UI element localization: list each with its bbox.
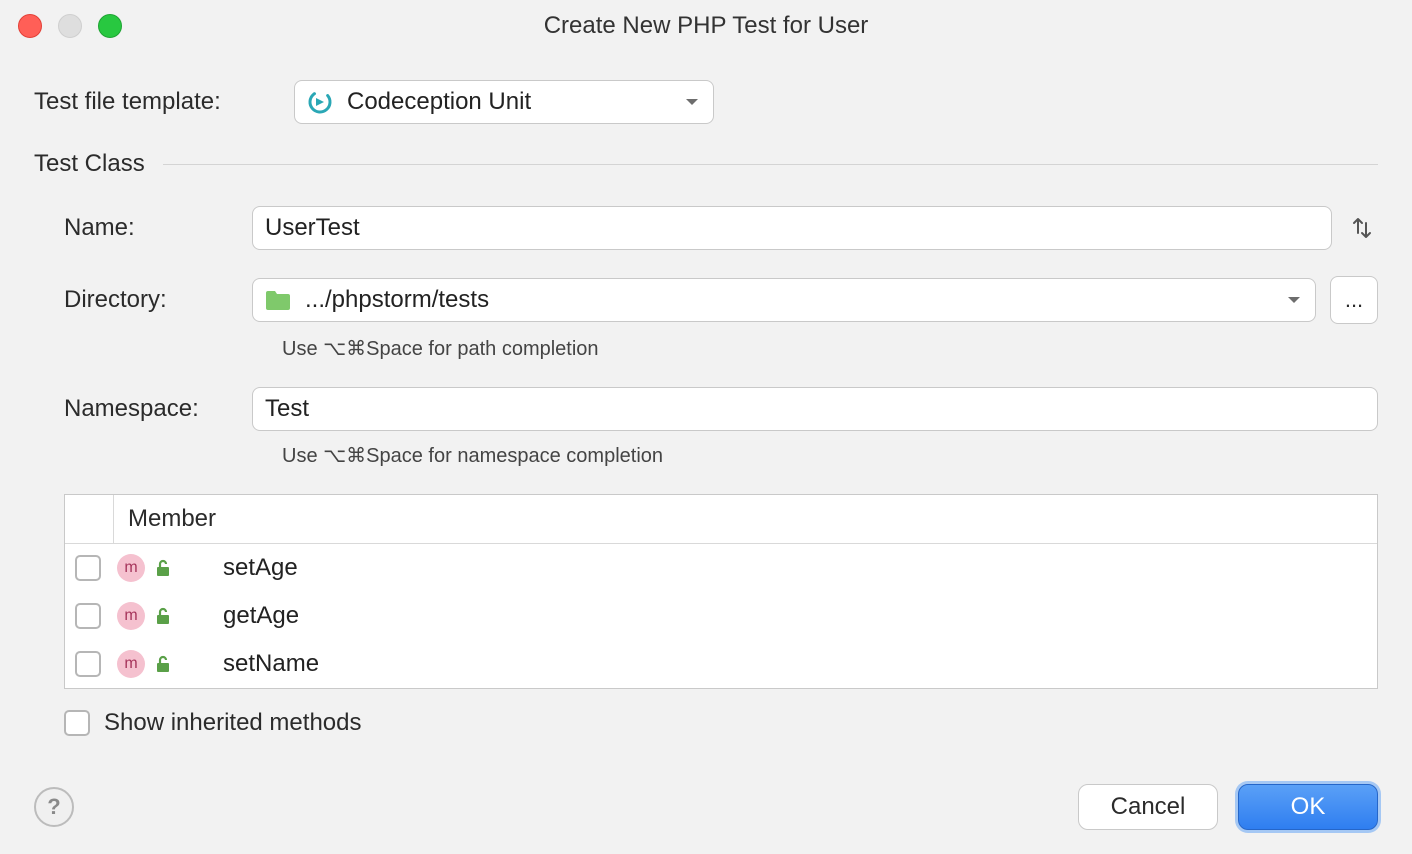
member-checkbox[interactable]: [75, 603, 101, 629]
members-table: Member m setAge m: [64, 494, 1378, 689]
namespace-row: Namespace:: [34, 387, 1378, 431]
member-checkbox[interactable]: [75, 651, 101, 677]
method-icon: m: [117, 650, 145, 678]
window-minimize-button[interactable]: [58, 14, 82, 38]
create-test-dialog: Create New PHP Test for User Test file t…: [0, 0, 1412, 854]
test-class-group-header: Test Class: [34, 150, 1378, 178]
directory-combo[interactable]: .../phpstorm/tests: [252, 278, 1316, 322]
titlebar: Create New PHP Test for User: [0, 0, 1412, 52]
chevron-down-icon: [1285, 291, 1303, 309]
window-close-button[interactable]: [18, 14, 42, 38]
name-label: Name:: [64, 214, 252, 242]
folder-icon: [265, 289, 291, 311]
template-combo[interactable]: Codeception Unit: [294, 80, 714, 124]
dialog-title: Create New PHP Test for User: [0, 12, 1412, 40]
member-row[interactable]: m getAge: [65, 592, 1377, 640]
method-icon: m: [117, 602, 145, 630]
namespace-hint: Use ⌥⌘Space for namespace completion: [282, 443, 1378, 468]
window-controls: [18, 14, 122, 38]
directory-hint: Use ⌥⌘Space for path completion: [282, 336, 1378, 361]
public-visibility-icon: [153, 654, 173, 674]
show-inherited-label: Show inherited methods: [104, 709, 361, 737]
directory-row: Directory: .../phpstorm/tests: [34, 276, 1378, 324]
public-visibility-icon: [153, 558, 173, 578]
namespace-label: Namespace:: [64, 395, 252, 423]
codeception-icon: [307, 89, 333, 115]
method-icon: m: [117, 554, 145, 582]
member-checkbox[interactable]: [75, 555, 101, 581]
template-row: Test file template: Codeception Unit: [34, 80, 1378, 124]
public-visibility-icon: [153, 606, 173, 626]
show-inherited-row: Show inherited methods: [64, 709, 1378, 737]
namespace-input[interactable]: [252, 387, 1378, 431]
name-row: Name:: [34, 206, 1378, 250]
members-header: Member: [65, 495, 1377, 544]
directory-label: Directory:: [64, 286, 252, 314]
directory-value: .../phpstorm/tests: [305, 286, 489, 314]
chevron-down-icon: [683, 93, 701, 111]
window-maximize-button[interactable]: [98, 14, 122, 38]
member-name: setName: [223, 650, 319, 678]
help-button[interactable]: ?: [34, 787, 74, 827]
name-input[interactable]: [252, 206, 1332, 250]
member-name: getAge: [223, 602, 299, 630]
template-label: Test file template:: [34, 88, 252, 116]
dialog-content: Test file template: Codeception Unit: [0, 52, 1412, 778]
members-column-header: Member: [114, 505, 216, 533]
dialog-footer: ? Cancel OK: [0, 778, 1412, 854]
swap-arrows-icon: [1349, 215, 1375, 241]
template-selected: Codeception Unit: [347, 88, 531, 116]
test-class-group-title: Test Class: [34, 150, 145, 178]
ok-button[interactable]: OK: [1238, 784, 1378, 830]
member-row[interactable]: m setAge: [65, 544, 1377, 592]
members-checkbox-column: [65, 495, 114, 543]
swap-name-button[interactable]: [1346, 206, 1378, 250]
group-divider: [163, 164, 1378, 165]
browse-directory-button[interactable]: ...: [1330, 276, 1378, 324]
member-name: setAge: [223, 554, 298, 582]
member-row[interactable]: m setName: [65, 640, 1377, 688]
show-inherited-checkbox[interactable]: [64, 710, 90, 736]
cancel-button[interactable]: Cancel: [1078, 784, 1218, 830]
